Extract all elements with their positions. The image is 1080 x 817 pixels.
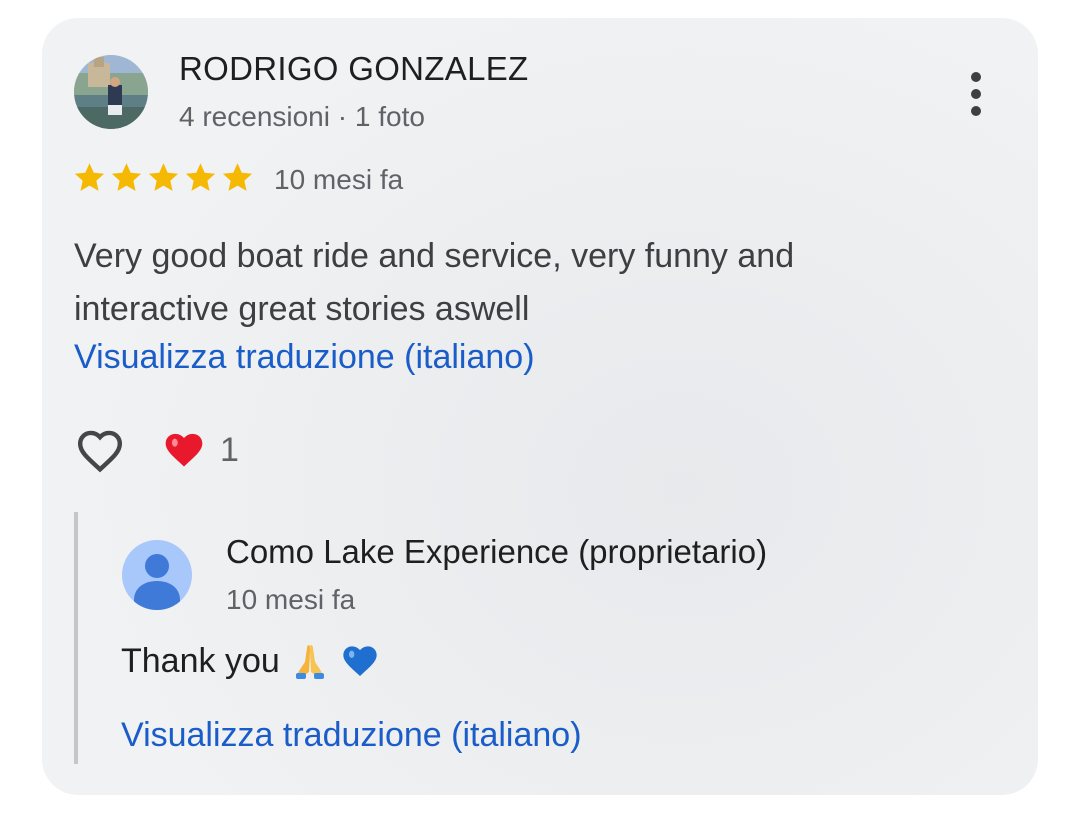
reaction-summary[interactable]: 1: [162, 428, 239, 472]
review-text: Very good boat ride and service, very fu…: [74, 237, 795, 328]
red-heart-icon: [165, 433, 203, 467]
star-icon: [111, 163, 142, 191]
folded-hands-icon: [295, 645, 324, 679]
reviewer-photo: [74, 55, 148, 129]
owner-avatar[interactable]: [122, 540, 192, 610]
reviewer-avatar[interactable]: [74, 55, 148, 129]
reply-divider: [74, 512, 78, 764]
more-vert-icon-dot: [971, 106, 981, 116]
star-icon: [148, 163, 179, 191]
review-time: 10 mesi fa: [274, 164, 404, 195]
star-rating: [72, 160, 255, 195]
like-button[interactable]: [72, 422, 128, 478]
review-card: RODRIGO GONZALEZ 4 recensioni · 1 foto 1…: [42, 18, 1038, 795]
owner-reply-time: 10 mesi fa: [226, 584, 356, 615]
person-icon: [134, 554, 180, 610]
star-icon: [222, 163, 253, 191]
owner-name: Como Lake Experience (proprietario): [226, 533, 768, 570]
owner-reply-text-value: Thank you: [121, 641, 280, 680]
reviewer-meta: 4 recensioni · 1 foto: [179, 101, 425, 132]
view-translation-link[interactable]: Visualizza traduzione (italiano): [74, 338, 535, 377]
more-vert-icon: [971, 72, 981, 82]
more-vert-icon-dot: [971, 89, 981, 99]
owner-view-translation-link[interactable]: Visualizza traduzione (italiano): [121, 716, 582, 755]
reviewer-name[interactable]: RODRIGO GONZALEZ: [179, 50, 529, 88]
heart-outline-icon: [77, 430, 123, 473]
blue-heart-icon: [343, 646, 377, 676]
reaction-count: 1: [220, 430, 239, 469]
more-options-button[interactable]: [956, 66, 996, 122]
owner-reply-text: Thank you: [121, 641, 380, 681]
star-icon: [185, 163, 216, 191]
star-icon: [74, 163, 105, 191]
